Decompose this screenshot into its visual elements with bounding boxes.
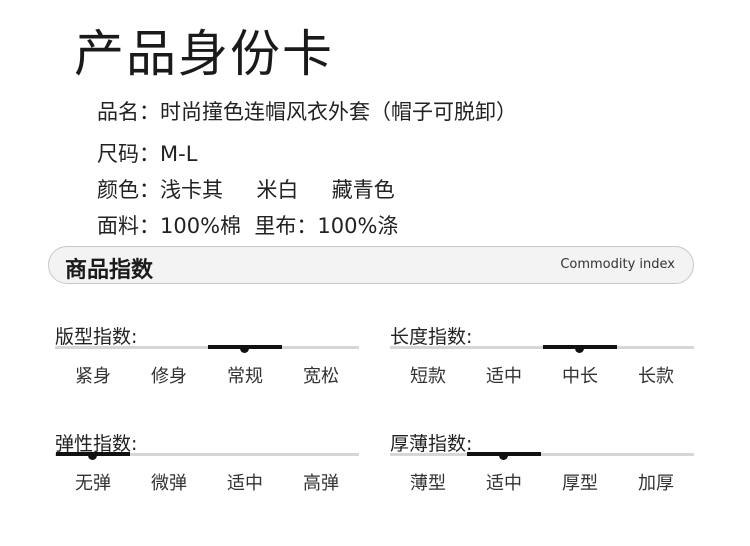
index-option: 适中 — [227, 473, 263, 494]
index-track — [55, 452, 359, 460]
product-size: 尺码：M-L — [97, 142, 198, 166]
index-option: 适中 — [486, 366, 522, 387]
index-option: 修身 — [151, 366, 187, 387]
header-subtitle: Commodity index — [560, 257, 675, 272]
commodity-index-header: 商品指数 Commodity index — [48, 246, 694, 284]
index-option: 高弹 — [303, 473, 339, 494]
index-option: 常规 — [227, 366, 263, 387]
header-title: 商品指数 — [65, 258, 154, 283]
index-selected-marker — [208, 345, 282, 353]
index-option: 宽松 — [303, 366, 339, 387]
index-option: 紧身 — [75, 366, 111, 387]
index-track — [390, 345, 694, 353]
length-index: 长度指数: 短款 适中 中长 长款 — [390, 322, 696, 402]
fit-index: 版型指数: 紧身 修身 常规 宽松 — [55, 322, 361, 402]
index-option: 厚型 — [562, 473, 598, 494]
index-selected-marker — [56, 452, 130, 460]
index-label: 厚薄指数: — [390, 433, 473, 455]
thickness-index: 厚薄指数: 薄型 适中 厚型 加厚 — [390, 429, 696, 509]
index-option: 长款 — [638, 366, 674, 387]
index-option: 加厚 — [638, 473, 674, 494]
index-option: 薄型 — [410, 473, 446, 494]
index-selected-marker — [543, 345, 617, 353]
index-option: 中长 — [562, 366, 598, 387]
product-name: 品名：时尚撞色连帽风衣外套（帽子可脱卸） — [97, 100, 517, 124]
index-selected-marker — [467, 452, 541, 460]
index-option: 适中 — [486, 473, 522, 494]
index-label: 版型指数: — [55, 326, 138, 348]
elasticity-index: 弹性指数: 无弹 微弹 适中 高弹 — [55, 429, 361, 509]
index-option: 短款 — [410, 366, 446, 387]
product-colors: 颜色：浅卡其 米白 藏青色 — [97, 178, 395, 202]
product-fabric: 面料：100%棉 里布：100%涤 — [97, 214, 399, 238]
index-track — [55, 345, 359, 353]
index-track — [390, 452, 694, 460]
index-option: 无弹 — [75, 473, 111, 494]
page-title: 产品身份卡 — [74, 25, 334, 83]
index-option: 微弹 — [151, 473, 187, 494]
index-label: 长度指数: — [390, 326, 473, 348]
